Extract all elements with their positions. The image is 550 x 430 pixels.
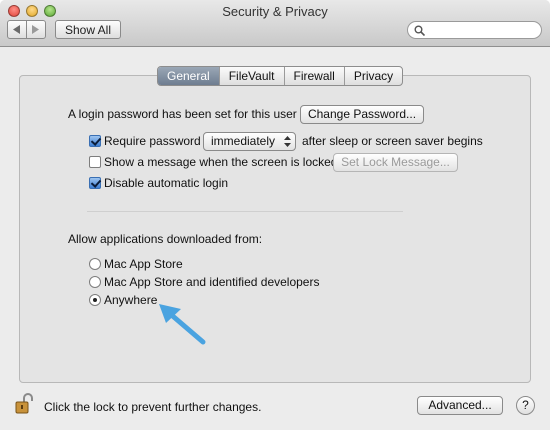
tab-firewall[interactable]: Firewall: [283, 67, 344, 85]
radio-anywhere[interactable]: [89, 294, 101, 306]
back-arrow-icon: [13, 25, 20, 34]
forward-arrow-icon: [32, 25, 39, 34]
search-icon: [414, 25, 425, 36]
section-divider: [87, 211, 403, 212]
require-password-delay-select[interactable]: immediately: [203, 132, 296, 151]
window: Security & Privacy Show All General File…: [0, 0, 550, 430]
login-password-text: A login password has been set for this u…: [68, 107, 297, 121]
set-lock-message-button[interactable]: Set Lock Message...: [333, 153, 458, 172]
stepper-arrows-icon: [284, 136, 291, 147]
show-message-label: Show a message when the screen is locked: [104, 155, 338, 169]
disable-auto-login-label: Disable automatic login: [104, 176, 229, 190]
forward-button[interactable]: [26, 20, 46, 39]
lock-icon[interactable]: [15, 392, 35, 414]
tab-filevault[interactable]: FileVault: [218, 67, 284, 85]
advanced-button[interactable]: Advanced...: [417, 396, 503, 415]
title-bar: Security & Privacy Show All: [0, 0, 550, 47]
lock-status-text: Click the lock to prevent further change…: [44, 400, 262, 414]
require-password-checkbox[interactable]: [89, 135, 101, 147]
tab-general[interactable]: General: [158, 67, 219, 85]
tab-bar: General FileVault Firewall Privacy: [157, 66, 404, 86]
change-password-button[interactable]: Change Password...: [300, 105, 424, 124]
after-sleep-text: after sleep or screen saver begins: [302, 134, 483, 148]
search-field[interactable]: [407, 21, 542, 39]
search-input[interactable]: [428, 24, 538, 36]
downloads-heading: Allow applications downloaded from:: [68, 232, 263, 246]
window-title: Security & Privacy: [222, 4, 328, 19]
require-password-label: Require password: [104, 134, 201, 148]
radio-mac-app-store[interactable]: [89, 258, 101, 270]
radio-label-mac-app-store: Mac App Store: [104, 257, 183, 271]
back-button[interactable]: [7, 20, 27, 39]
content-panel: [19, 75, 531, 383]
require-password-delay-value: immediately: [211, 134, 276, 148]
tab-privacy[interactable]: Privacy: [343, 67, 402, 85]
radio-identified-developers[interactable]: [89, 276, 101, 288]
show-message-checkbox[interactable]: [89, 156, 101, 168]
show-all-button[interactable]: Show All: [55, 20, 121, 39]
radio-label-identified-developers: Mac App Store and identified developers: [104, 275, 320, 289]
radio-label-anywhere: Anywhere: [104, 293, 158, 307]
disable-auto-login-checkbox[interactable]: [89, 177, 101, 189]
annotation-arrow-icon: [159, 304, 206, 345]
help-button[interactable]: ?: [516, 396, 535, 415]
